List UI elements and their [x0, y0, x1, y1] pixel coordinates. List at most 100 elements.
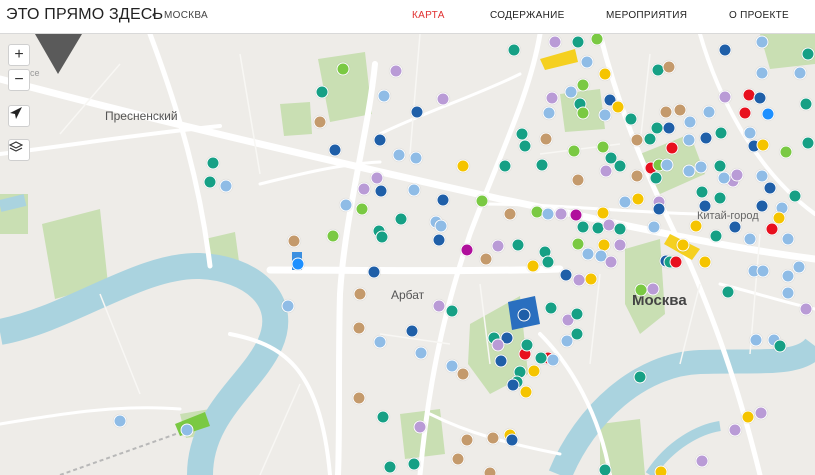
map-marker-blue[interactable] — [405, 324, 419, 338]
map-marker-green[interactable] — [779, 145, 793, 159]
map-marker-magenta[interactable] — [460, 243, 474, 257]
map-marker-light-blue[interactable] — [756, 264, 770, 278]
map-marker-lilac[interactable] — [754, 406, 768, 420]
map-marker-brown[interactable] — [630, 169, 644, 183]
map-marker-teal[interactable] — [570, 307, 584, 321]
map-marker-lilac[interactable] — [548, 35, 562, 49]
map-marker-teal[interactable] — [695, 185, 709, 199]
nav-contents[interactable]: СОДЕРЖАНИЕ — [490, 10, 565, 21]
map-marker-blue[interactable] — [505, 433, 519, 447]
map-marker-teal[interactable] — [376, 410, 390, 424]
map-marker-teal[interactable] — [518, 139, 532, 153]
map-marker-lilac[interactable] — [799, 302, 813, 316]
zoom-out-button[interactable]: − — [8, 69, 30, 91]
map-marker-light-blue[interactable] — [377, 89, 391, 103]
map-marker-blue[interactable] — [763, 181, 777, 195]
map-marker-light-blue[interactable] — [694, 160, 708, 174]
map-marker-teal[interactable] — [801, 47, 815, 61]
map-marker-yellow[interactable] — [698, 255, 712, 269]
map-marker-light-blue[interactable] — [580, 55, 594, 69]
map-marker-blue[interactable] — [373, 133, 387, 147]
map-marker-yellow[interactable] — [689, 219, 703, 233]
map-marker-light-blue[interactable] — [113, 414, 127, 428]
map-marker-light-blue[interactable] — [717, 171, 731, 185]
map-marker-lilac[interactable] — [491, 239, 505, 253]
map-marker-light-blue[interactable] — [781, 232, 795, 246]
map-marker-green[interactable] — [567, 144, 581, 158]
map-marker-teal[interactable] — [799, 97, 813, 111]
map-marker-teal[interactable] — [613, 222, 627, 236]
map-marker-yellow[interactable] — [654, 465, 668, 475]
map-marker-lilac[interactable] — [491, 338, 505, 352]
map-marker-teal[interactable] — [520, 338, 534, 352]
map-marker-yellow[interactable] — [741, 410, 755, 424]
map-marker-light-blue[interactable] — [541, 207, 555, 221]
map-marker-yellow[interactable] — [631, 192, 645, 206]
map-marker-teal[interactable] — [394, 212, 408, 226]
map-marker-teal[interactable] — [714, 126, 728, 140]
map-marker-light-blue[interactable] — [793, 66, 807, 80]
map-marker-lilac[interactable] — [554, 207, 568, 221]
map-marker-brown[interactable] — [352, 321, 366, 335]
map-marker-yellow[interactable] — [527, 364, 541, 378]
map-marker-blue[interactable] — [652, 202, 666, 216]
map-marker-yellow[interactable] — [598, 67, 612, 81]
map-marker-teal[interactable] — [643, 132, 657, 146]
map-marker-light-blue[interactable] — [743, 126, 757, 140]
locate-button[interactable] — [8, 105, 30, 127]
map-marker-teal[interactable] — [788, 189, 802, 203]
map-marker-blue[interactable] — [698, 199, 712, 213]
map-marker-blue[interactable] — [718, 43, 732, 57]
map-marker-blue[interactable] — [506, 378, 520, 392]
map-marker-azure[interactable] — [291, 257, 305, 271]
map-marker-light-blue[interactable] — [755, 66, 769, 80]
map-marker-lilac[interactable] — [370, 171, 384, 185]
map-marker-lilac[interactable] — [432, 299, 446, 313]
map-marker-brown[interactable] — [456, 367, 470, 381]
map-marker-brown[interactable] — [352, 391, 366, 405]
map-marker-teal[interactable] — [721, 285, 735, 299]
map-marker-light-blue[interactable] — [781, 269, 795, 283]
map-marker-teal[interactable] — [576, 220, 590, 234]
map-marker-azure[interactable] — [761, 107, 775, 121]
map-marker-brown[interactable] — [313, 115, 327, 129]
map-marker-lilac[interactable] — [545, 91, 559, 105]
map-marker-light-blue[interactable] — [792, 260, 806, 274]
map-marker-light-blue[interactable] — [407, 183, 421, 197]
map-marker-lilac[interactable] — [613, 238, 627, 252]
map-marker-light-blue[interactable] — [781, 286, 795, 300]
map-marker-teal[interactable] — [315, 85, 329, 99]
map-marker-brown[interactable] — [483, 466, 497, 475]
map-marker-light-blue[interactable] — [542, 106, 556, 120]
map-marker-light-blue[interactable] — [546, 353, 560, 367]
map-marker-brown[interactable] — [659, 105, 673, 119]
map-marker-light-blue[interactable] — [281, 299, 295, 313]
map-marker-yellow[interactable] — [519, 385, 533, 399]
map-marker-teal[interactable] — [206, 156, 220, 170]
map-marker-teal[interactable] — [570, 327, 584, 341]
map-marker-yellow[interactable] — [584, 272, 598, 286]
map-marker-lilac[interactable] — [599, 164, 613, 178]
map-marker-teal[interactable] — [534, 351, 548, 365]
map-marker-yellow[interactable] — [611, 100, 625, 114]
map-marker-blue[interactable] — [328, 143, 342, 157]
map-marker-yellow[interactable] — [456, 159, 470, 173]
map-marker-teal[interactable] — [507, 43, 521, 57]
city-selector[interactable]: МОСКВА — [164, 10, 208, 21]
map-marker-light-blue[interactable] — [749, 333, 763, 347]
map-marker-brown[interactable] — [539, 132, 553, 146]
map-marker-brown[interactable] — [353, 287, 367, 301]
map-marker-brown[interactable] — [479, 252, 493, 266]
map-marker-green[interactable] — [475, 194, 489, 208]
map-marker-teal[interactable] — [203, 175, 217, 189]
map-marker-lilac[interactable] — [357, 182, 371, 196]
map-marker-red[interactable] — [765, 222, 779, 236]
map-marker-red[interactable] — [669, 255, 683, 269]
map-marker-teal[interactable] — [649, 171, 663, 185]
map-marker-teal[interactable] — [571, 35, 585, 49]
map-marker-blue[interactable] — [432, 233, 446, 247]
map-marker-yellow[interactable] — [756, 138, 770, 152]
map-marker-light-blue[interactable] — [660, 158, 674, 172]
map-marker-teal[interactable] — [375, 230, 389, 244]
map-marker-teal[interactable] — [773, 339, 787, 353]
